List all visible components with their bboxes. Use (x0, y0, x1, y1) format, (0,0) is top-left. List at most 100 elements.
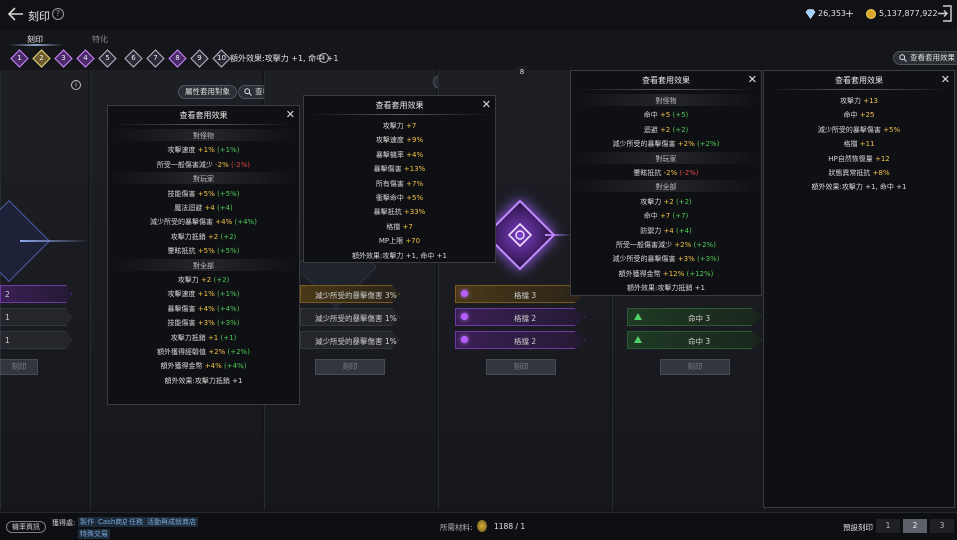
extra-effect: 額外效果:攻擊力 +1, 命中 +1 (811, 183, 907, 192)
back-arrow-icon[interactable] (6, 6, 24, 22)
probability-info-button[interactable]: 機率資訊 (6, 521, 46, 533)
search-icon (899, 54, 907, 62)
rune-slot[interactable]: 1 (0, 308, 72, 326)
effect-label: 所受一般傷害減少 (156, 160, 216, 169)
effect-value: +13% (403, 165, 426, 174)
gold-coin-icon (866, 9, 876, 19)
effect-label: 狀態異常抵抗 (828, 169, 873, 177)
effect-row: 攻擊速度 +1% (+1%) (108, 145, 299, 155)
effect-row: HP自然恢復量 +12 (764, 154, 954, 164)
effect-popup-1: 查看套用效果 ✕ 對怪物 攻擊速度 +1% (+1%) 所受一般傷害減少 -2% (… (107, 105, 300, 405)
close-icon[interactable]: ✕ (748, 73, 757, 86)
effect-label: 防禦力 (640, 226, 664, 235)
effect-value: +4 (663, 226, 674, 235)
effect-value: +1% (197, 290, 215, 299)
help-icon[interactable]: ? (52, 8, 64, 20)
close-icon[interactable]: ✕ (941, 73, 950, 86)
effect-label: 攻擊速度 (167, 290, 198, 299)
effect-label: 格擋 (843, 140, 860, 149)
effect-label: 暴擊傷害 (167, 304, 198, 313)
rune-slot[interactable]: 減少所受的暴擊傷害 3% (300, 285, 400, 303)
acquire-label: 獲得處: (52, 519, 76, 527)
rune-number: 5 (105, 54, 110, 62)
close-icon[interactable]: ✕ (286, 108, 295, 121)
engrave-button[interactable]: 刻印 (315, 359, 385, 375)
engrave-button[interactable]: 刻印 (660, 359, 730, 375)
engrave-button[interactable]: 刻印 (0, 359, 38, 375)
effect-diff: (+2%) (225, 348, 250, 356)
rune-number: 4 (83, 54, 88, 62)
rune-slot[interactable]: 命中 3 (627, 308, 762, 326)
effect-label: 減少所受的暴擊傷害 (612, 140, 678, 149)
acquire-tag[interactable]: 製作 (78, 517, 96, 527)
effect-label: 減少所受的暴擊傷害 (150, 218, 216, 227)
rune-slot[interactable]: 命中 3 (627, 331, 762, 349)
add-diamond-button[interactable]: + (845, 7, 854, 20)
material-label: 所需材料: (440, 523, 473, 532)
effect-label: 格擋 (386, 222, 403, 231)
effect-row: 暴擊傷害 +4% (+4%) (108, 304, 299, 314)
purple-gem-icon (461, 336, 468, 343)
effect-value: -2% (215, 160, 229, 169)
effect-label: 攻擊力抵銷 (170, 333, 208, 342)
effect-diff: (+2) (670, 125, 689, 134)
apply-target-button[interactable]: 屬性套用對象 (178, 85, 237, 99)
exit-icon[interactable] (937, 5, 953, 22)
effect-label: 攻擊力 (177, 276, 201, 284)
effect-row: 減少所受的暴擊傷害 +3% (+3%) (571, 254, 761, 264)
effect-value: +2 (207, 232, 219, 241)
effect-row: 狀態異常抵抗 +8% (764, 168, 954, 178)
tab-specialize[interactable]: 特化 (92, 34, 108, 45)
effect-diff: (+3%) (694, 255, 720, 264)
effect-value: +4% (215, 218, 233, 227)
effect-label: 減少所受的暴擊傷害 (612, 255, 678, 264)
effect-value: +33% (403, 208, 426, 217)
effect-label: 攻擊力 (382, 122, 406, 130)
acquire-tag[interactable]: 任務 (127, 517, 145, 527)
acquire-tag[interactable]: 活動與成就商店 (145, 517, 198, 527)
acquire-tag[interactable]: 特殊交易 (78, 529, 110, 539)
effect-row: 命中 +25 (764, 110, 954, 120)
effect-row: 暈眩抵抗 +5% (+5%) (108, 246, 299, 256)
effect-label: 技能傷害 (167, 319, 198, 328)
rune-slot[interactable]: 減少所受的暴擊傷害 1% (300, 308, 400, 326)
effect-value: +2% (677, 140, 695, 149)
effect-row: 技能傷害 +3% (+3%) (108, 318, 299, 328)
rune-slot[interactable]: 格擋 2 (455, 331, 585, 349)
effect-value: +5% (197, 189, 215, 198)
divider (575, 89, 757, 90)
card-index-badge: 8 (516, 66, 528, 78)
effect-label: 迴避 (643, 125, 660, 134)
effect-label: 命中 (643, 212, 660, 221)
preset-button-1[interactable]: 1 (876, 519, 900, 533)
effect-label: HP自然恢復量 (828, 154, 875, 163)
info-icon[interactable]: i (319, 53, 329, 63)
rune-slot[interactable]: 格擋 2 (455, 308, 585, 326)
diamond-balance: 26,353 (818, 9, 846, 18)
effect-diff: (+4%) (214, 304, 240, 313)
effect-label: 減少所受的暴擊傷害 (817, 125, 884, 134)
rune-slot[interactable]: 減少所受的暴擊傷害 1% (300, 331, 400, 349)
acquire-tag[interactable]: Cash商店 (96, 517, 132, 527)
card-info-icon[interactable]: i (71, 80, 81, 90)
rune-slot[interactable]: 1 (0, 331, 72, 349)
rune-slot[interactable]: 格擋 3 (455, 285, 585, 303)
engrave-button[interactable]: 刻印 (486, 359, 556, 375)
rune-slot[interactable]: 2 (0, 285, 72, 303)
effect-diff: (+2%) (694, 140, 720, 149)
close-icon[interactable]: ✕ (482, 98, 491, 111)
effect-value: +4 (204, 204, 215, 212)
effect-row: 技能傷害 +5% (+5%) (108, 189, 299, 199)
preset-button-2[interactable]: 2 (903, 519, 927, 533)
extra-effect: 額外效果:攻擊力抵銷 +1 (164, 376, 243, 385)
effect-value: +7 (659, 212, 671, 221)
preset-button-3[interactable]: 3 (930, 519, 954, 533)
purple-gem-icon (461, 313, 468, 320)
view-effect-button[interactable]: 查看套用效果 (893, 51, 957, 65)
section-header: 對玩家 (193, 175, 214, 184)
effect-popup-2: 查看套用效果 ✕ 攻擊力 +7 攻擊速度 +9% 暴擊機率 +4% 暴擊傷害 +13%… (303, 95, 496, 263)
purple-gem-icon (461, 290, 468, 297)
effect-value: +5% (406, 194, 424, 202)
effect-row: 攻擊力 +7 (304, 121, 495, 131)
effect-label: 技能傷害 (167, 189, 198, 198)
